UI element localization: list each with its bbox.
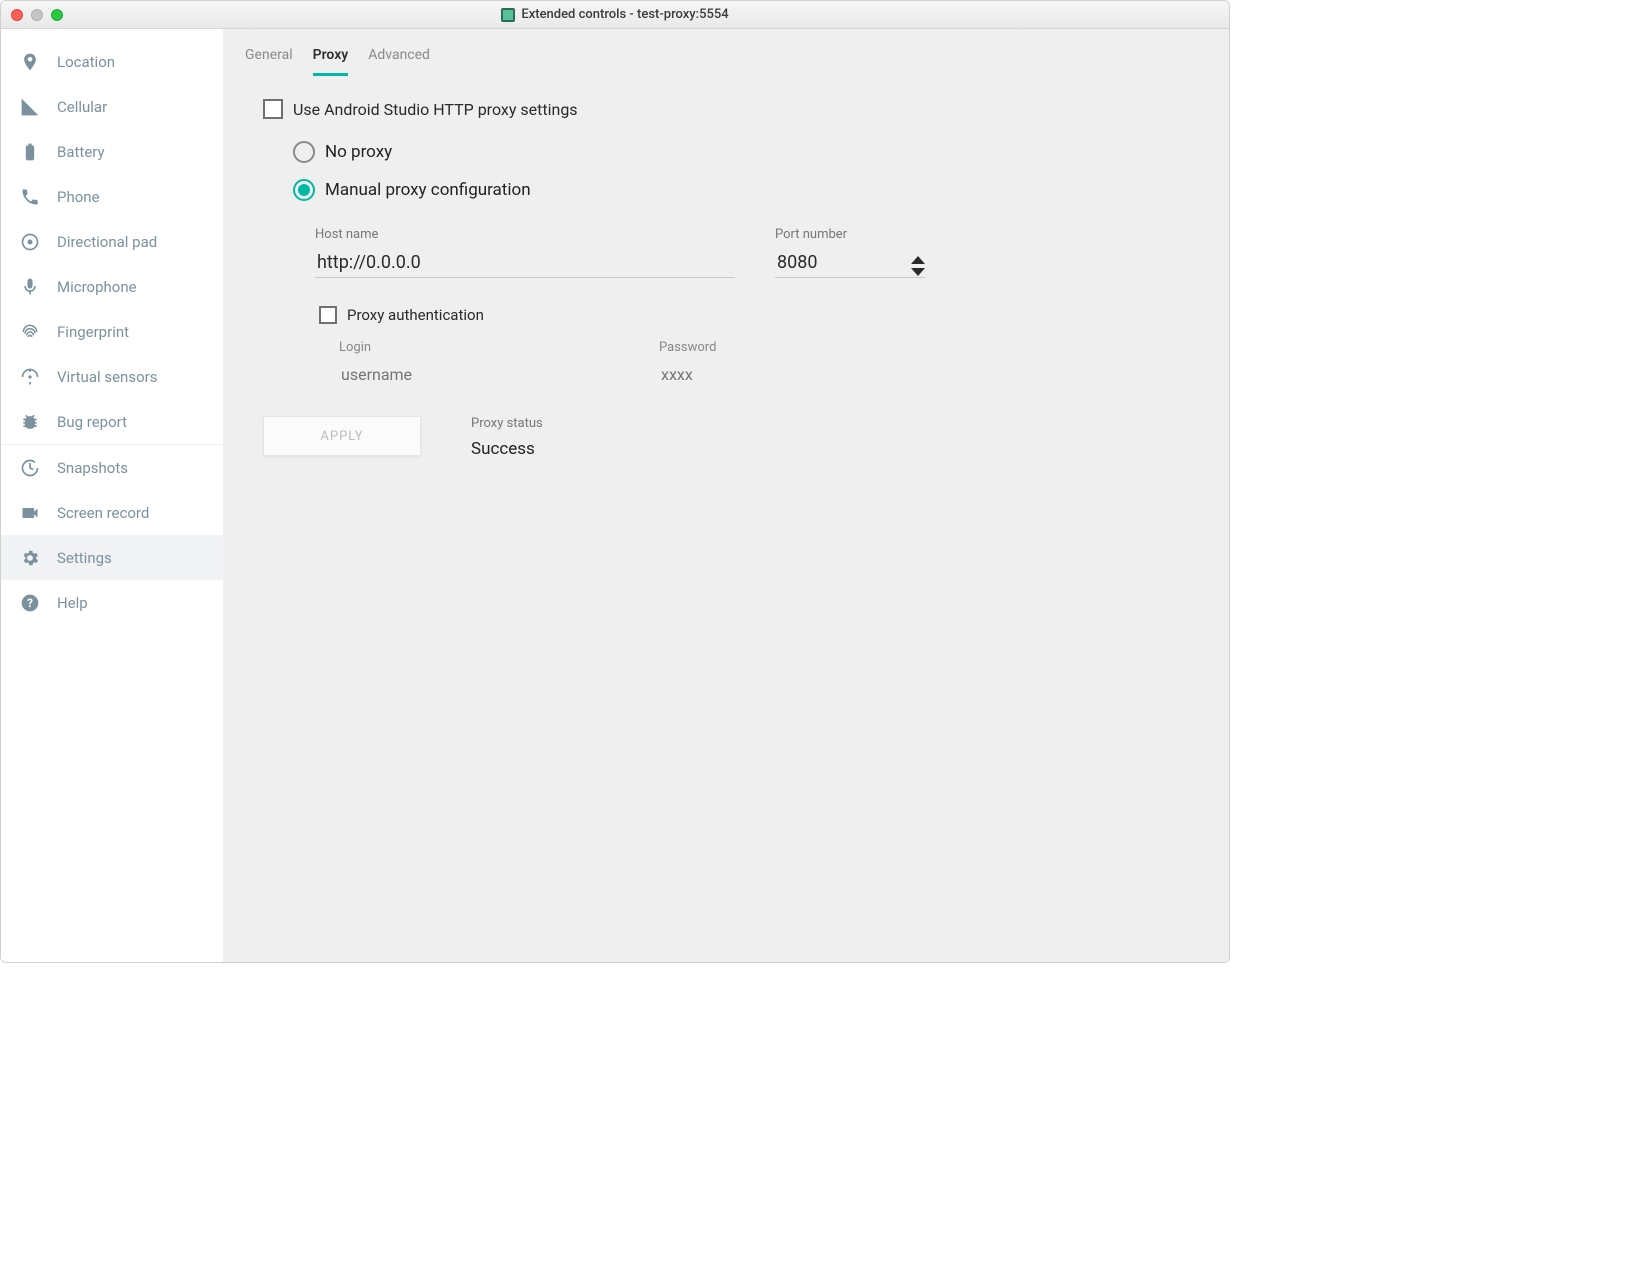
sidebar-item-microphone[interactable]: Microphone <box>1 264 223 309</box>
sidebar-item-label: Snapshots <box>57 459 128 477</box>
proxy-mode-group: No proxy Manual proxy configuration <box>293 133 1189 209</box>
use-android-studio-checkbox[interactable] <box>263 99 283 119</box>
location-icon <box>19 51 41 73</box>
sidebar-item-battery[interactable]: Battery <box>1 129 223 174</box>
window-title: Extended controls - test-proxy:5554 <box>1 7 1229 22</box>
proxy-status-value: Success <box>471 439 543 459</box>
sidebar-item-snapshots[interactable]: Snapshots <box>1 445 223 490</box>
proxy-auth-label: Proxy authentication <box>347 306 484 324</box>
sidebar-item-label: Help <box>57 594 88 612</box>
microphone-icon <box>19 276 41 298</box>
password-input[interactable] <box>659 363 919 386</box>
sidebar-item-label: Bug report <box>57 413 127 431</box>
bug-icon <box>19 411 41 433</box>
help-icon: ? <box>19 592 41 614</box>
phone-icon <box>19 186 41 208</box>
port-input[interactable] <box>775 248 925 278</box>
port-spinner <box>911 256 925 276</box>
host-port-fields: Host name Port number <box>315 227 1189 278</box>
proxy-auth-checkbox[interactable] <box>319 306 337 324</box>
tabs: General Proxy Advanced <box>223 29 1229 79</box>
sensors-icon <box>19 366 41 388</box>
sidebar: Location Cellular Battery Phone Directio… <box>1 29 223 962</box>
proxy-auth-block: Proxy authentication Login Password <box>319 306 1189 386</box>
no-proxy-row: No proxy <box>293 133 1189 171</box>
proxy-status-block: Proxy status Success <box>471 416 543 459</box>
host-label: Host name <box>315 227 735 242</box>
svg-text:?: ? <box>27 596 33 610</box>
sidebar-item-label: Cellular <box>57 98 107 116</box>
sidebar-item-help[interactable]: ? Help <box>1 580 223 625</box>
port-field: Port number <box>775 227 925 278</box>
app-icon <box>501 8 515 22</box>
cellular-icon <box>19 96 41 118</box>
sidebar-item-settings[interactable]: Settings <box>1 535 223 580</box>
port-step-up[interactable] <box>911 256 925 264</box>
camera-icon <box>19 502 41 524</box>
port-step-down[interactable] <box>911 268 925 276</box>
titlebar: Extended controls - test-proxy:5554 <box>1 1 1229 29</box>
sidebar-item-label: Screen record <box>57 504 149 522</box>
sidebar-item-label: Directional pad <box>57 233 157 251</box>
no-proxy-radio[interactable] <box>293 141 315 163</box>
window: Extended controls - test-proxy:5554 Loca… <box>0 0 1230 963</box>
sidebar-item-label: Phone <box>57 188 100 206</box>
footer: APPLY Proxy status Success <box>263 416 1189 459</box>
use-android-studio-row: Use Android Studio HTTP proxy settings <box>263 99 1189 119</box>
snapshots-icon <box>19 457 41 479</box>
no-proxy-label: No proxy <box>325 142 392 162</box>
host-input[interactable] <box>315 248 735 278</box>
manual-proxy-radio[interactable] <box>293 179 315 201</box>
sidebar-item-label: Battery <box>57 143 105 161</box>
proxy-panel: Use Android Studio HTTP proxy settings N… <box>223 79 1229 459</box>
sidebar-item-label: Fingerprint <box>57 323 129 341</box>
login-label: Login <box>339 340 599 355</box>
login-field: Login <box>339 340 599 386</box>
sidebar-item-bug-report[interactable]: Bug report <box>1 399 223 444</box>
body: Location Cellular Battery Phone Directio… <box>1 29 1229 962</box>
manual-proxy-row: Manual proxy configuration <box>293 171 1189 209</box>
port-label: Port number <box>775 227 925 242</box>
gear-icon <box>19 547 41 569</box>
sidebar-item-label: Virtual sensors <box>57 368 157 386</box>
proxy-status-label: Proxy status <box>471 416 543 431</box>
sidebar-item-label: Settings <box>57 549 112 567</box>
sidebar-item-directional-pad[interactable]: Directional pad <box>1 219 223 264</box>
manual-proxy-label: Manual proxy configuration <box>325 180 531 200</box>
proxy-auth-row: Proxy authentication <box>319 306 1189 324</box>
apply-button[interactable]: APPLY <box>263 416 421 456</box>
auth-fields: Login Password <box>339 340 1189 386</box>
sidebar-item-screen-record[interactable]: Screen record <box>1 490 223 535</box>
login-input[interactable] <box>339 363 599 386</box>
use-android-studio-label: Use Android Studio HTTP proxy settings <box>293 100 578 119</box>
tab-proxy[interactable]: Proxy <box>313 47 349 76</box>
tab-general[interactable]: General <box>245 47 293 73</box>
sidebar-item-label: Microphone <box>57 278 137 296</box>
tab-advanced[interactable]: Advanced <box>368 47 430 73</box>
window-title-text: Extended controls - test-proxy:5554 <box>521 7 728 22</box>
password-label: Password <box>659 340 919 355</box>
sidebar-item-phone[interactable]: Phone <box>1 174 223 219</box>
password-field: Password <box>659 340 919 386</box>
host-field: Host name <box>315 227 735 278</box>
sidebar-item-fingerprint[interactable]: Fingerprint <box>1 309 223 354</box>
battery-icon <box>19 141 41 163</box>
sidebar-item-label: Location <box>57 53 115 71</box>
sidebar-item-virtual-sensors[interactable]: Virtual sensors <box>1 354 223 399</box>
dpad-icon <box>19 231 41 253</box>
fingerprint-icon <box>19 321 41 343</box>
sidebar-item-location[interactable]: Location <box>1 39 223 84</box>
content: General Proxy Advanced Use Android Studi… <box>223 29 1229 962</box>
sidebar-item-cellular[interactable]: Cellular <box>1 84 223 129</box>
